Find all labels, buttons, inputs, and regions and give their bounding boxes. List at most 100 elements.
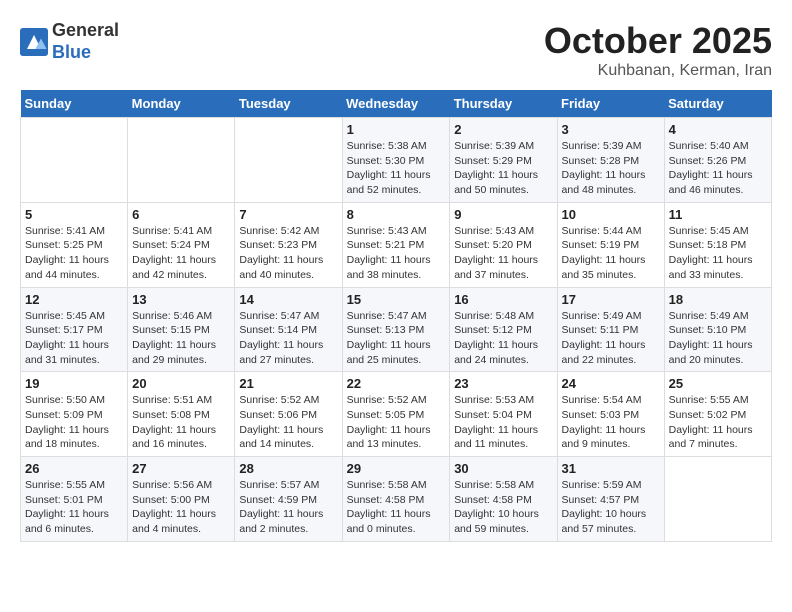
calendar-cell: 18 Sunrise: 5:49 AMSunset: 5:10 PMDayligh… (664, 287, 771, 372)
day-number: 1 (347, 122, 446, 137)
title-block: October 2025 Kuhbanan, Kerman, Iran (544, 20, 772, 80)
calendar-cell (235, 118, 342, 203)
day-number: 17 (562, 292, 660, 307)
day-info: Sunrise: 5:57 AMSunset: 4:59 PMDaylight:… (239, 478, 337, 537)
day-info: Sunrise: 5:58 AMSunset: 4:58 PMDaylight:… (347, 478, 446, 537)
calendar-cell: 16Sunrise: 5:48 AMSunset: 5:12 PMDayligh… (450, 287, 557, 372)
day-info: Sunrise: 5:55 AMSunset: 5:01 PMDaylight:… (25, 478, 123, 537)
weekday-header-tuesday: Tuesday (235, 90, 342, 118)
day-info: Sunrise: 5:52 AMSunset: 5:06 PMDaylight:… (239, 393, 337, 452)
day-info: Sunrise: 5:53 AMSunset: 5:04 PMDaylight:… (454, 393, 552, 452)
day-info: Sunrise: 5:47 AMSunset: 5:14 PMDaylight:… (239, 309, 337, 368)
calendar-cell: 24Sunrise: 5:54 AMSunset: 5:03 PMDayligh… (557, 372, 664, 457)
day-number: 18 (669, 292, 767, 307)
day-number: 11 (669, 207, 767, 222)
calendar-cell: 15Sunrise: 5:47 AMSunset: 5:13 PMDayligh… (342, 287, 450, 372)
day-number: 14 (239, 292, 337, 307)
day-number: 22 (347, 376, 446, 391)
calendar-cell: 23 Sunrise: 5:53 AMSunset: 5:04 PMDayligh… (450, 372, 557, 457)
calendar-cell: 19Sunrise: 5:50 AMSunset: 5:09 PMDayligh… (21, 372, 128, 457)
day-number: 6 (132, 207, 230, 222)
calendar-cell: 25Sunrise: 5:55 AMSunset: 5:02 PMDayligh… (664, 372, 771, 457)
day-info: Sunrise: 5:43 AMSunset: 5:20 PMDaylight:… (454, 224, 552, 283)
day-number: 30 (454, 461, 552, 476)
day-info: Sunrise: 5:45 AMSunset: 5:18 PMDaylight:… (669, 224, 767, 283)
weekday-header-thursday: Thursday (450, 90, 557, 118)
day-number: 25 (669, 376, 767, 391)
day-number: 20 (132, 376, 230, 391)
weekday-header-sunday: Sunday (21, 90, 128, 118)
calendar-cell: 22 Sunrise: 5:52 AMSunset: 5:05 PMDayligh… (342, 372, 450, 457)
day-info: Sunrise: 5:49 AMSunset: 5:10 PMDaylight:… (669, 309, 767, 368)
calendar-cell: 10Sunrise: 5:44 AMSunset: 5:19 PMDayligh… (557, 202, 664, 287)
day-number: 12 (25, 292, 123, 307)
day-number: 13 (132, 292, 230, 307)
day-number: 2 (454, 122, 552, 137)
day-info: Sunrise: 5:46 AMSunset: 5:15 PMDaylight:… (132, 309, 230, 368)
calendar-cell: 3Sunrise: 5:39 AMSunset: 5:28 PMDaylight… (557, 118, 664, 203)
calendar-cell: 6 Sunrise: 5:41 AMSunset: 5:24 PMDaylight… (128, 202, 235, 287)
day-number: 29 (347, 461, 446, 476)
day-info: Sunrise: 5:52 AMSunset: 5:05 PMDaylight:… (347, 393, 446, 452)
calendar-cell (21, 118, 128, 203)
day-number: 16 (454, 292, 552, 307)
day-info: Sunrise: 5:45 AMSunset: 5:17 PMDaylight:… (25, 309, 123, 368)
weekday-header-friday: Friday (557, 90, 664, 118)
month-title: October 2025 (544, 20, 772, 62)
day-info: Sunrise: 5:38 AMSunset: 5:30 PMDaylight:… (347, 139, 446, 198)
calendar-cell: 17Sunrise: 5:49 AMSunset: 5:11 PMDayligh… (557, 287, 664, 372)
calendar-cell: 30 Sunrise: 5:58 AMSunset: 4:58 PMDayligh… (450, 457, 557, 542)
day-info: Sunrise: 5:58 AMSunset: 4:58 PMDaylight:… (454, 478, 552, 537)
calendar-week-row: 19Sunrise: 5:50 AMSunset: 5:09 PMDayligh… (21, 372, 772, 457)
day-number: 28 (239, 461, 337, 476)
calendar-cell: 7Sunrise: 5:42 AMSunset: 5:23 PMDaylight… (235, 202, 342, 287)
day-number: 31 (562, 461, 660, 476)
day-info: Sunrise: 5:41 AMSunset: 5:24 PMDaylight:… (132, 224, 230, 283)
day-info: Sunrise: 5:39 AMSunset: 5:29 PMDaylight:… (454, 139, 552, 198)
day-info: Sunrise: 5:43 AMSunset: 5:21 PMDaylight:… (347, 224, 446, 283)
calendar-cell: 12 Sunrise: 5:45 AMSunset: 5:17 PMDayligh… (21, 287, 128, 372)
weekday-header-wednesday: Wednesday (342, 90, 450, 118)
day-number: 9 (454, 207, 552, 222)
calendar-cell: 13 Sunrise: 5:46 AMSunset: 5:15 PMDayligh… (128, 287, 235, 372)
calendar-cell: 26 Sunrise: 5:55 AMSunset: 5:01 PMDayligh… (21, 457, 128, 542)
calendar-header-row: SundayMondayTuesdayWednesdayThursdayFrid… (21, 90, 772, 118)
day-number: 23 (454, 376, 552, 391)
logo: General Blue (20, 20, 119, 63)
day-info: Sunrise: 5:42 AMSunset: 5:23 PMDaylight:… (239, 224, 337, 283)
day-info: Sunrise: 5:39 AMSunset: 5:28 PMDaylight:… (562, 139, 660, 198)
day-info: Sunrise: 5:47 AMSunset: 5:13 PMDaylight:… (347, 309, 446, 368)
calendar-cell: 28 Sunrise: 5:57 AMSunset: 4:59 PMDayligh… (235, 457, 342, 542)
calendar-week-row: 5Sunrise: 5:41 AMSunset: 5:25 PMDaylight… (21, 202, 772, 287)
calendar-cell: 20 Sunrise: 5:51 AMSunset: 5:08 PMDayligh… (128, 372, 235, 457)
weekday-header-saturday: Saturday (664, 90, 771, 118)
day-number: 24 (562, 376, 660, 391)
day-info: Sunrise: 5:40 AMSunset: 5:26 PMDaylight:… (669, 139, 767, 198)
calendar-cell: 11 Sunrise: 5:45 AMSunset: 5:18 PMDayligh… (664, 202, 771, 287)
day-info: Sunrise: 5:44 AMSunset: 5:19 PMDaylight:… (562, 224, 660, 283)
calendar-table: SundayMondayTuesdayWednesdayThursdayFrid… (20, 90, 772, 542)
calendar-cell: 9 Sunrise: 5:43 AMSunset: 5:20 PMDaylight… (450, 202, 557, 287)
day-info: Sunrise: 5:50 AMSunset: 5:09 PMDaylight:… (25, 393, 123, 452)
day-number: 8 (347, 207, 446, 222)
logo-icon (20, 28, 48, 56)
logo-text: General Blue (52, 20, 119, 63)
calendar-cell: 21 Sunrise: 5:52 AMSunset: 5:06 PMDayligh… (235, 372, 342, 457)
calendar-week-row: 12 Sunrise: 5:45 AMSunset: 5:17 PMDayligh… (21, 287, 772, 372)
calendar-cell: 1 Sunrise: 5:38 AMSunset: 5:30 PMDaylight… (342, 118, 450, 203)
calendar-cell (664, 457, 771, 542)
location-subtitle: Kuhbanan, Kerman, Iran (544, 62, 772, 80)
day-number: 4 (669, 122, 767, 137)
calendar-cell: 2 Sunrise: 5:39 AMSunset: 5:29 PMDaylight… (450, 118, 557, 203)
weekday-header-monday: Monday (128, 90, 235, 118)
calendar-week-row: 26 Sunrise: 5:55 AMSunset: 5:01 PMDayligh… (21, 457, 772, 542)
day-number: 21 (239, 376, 337, 391)
day-info: Sunrise: 5:51 AMSunset: 5:08 PMDaylight:… (132, 393, 230, 452)
calendar-cell: 8 Sunrise: 5:43 AMSunset: 5:21 PMDaylight… (342, 202, 450, 287)
calendar-cell: 4 Sunrise: 5:40 AMSunset: 5:26 PMDaylight… (664, 118, 771, 203)
calendar-cell: 31Sunrise: 5:59 AMSunset: 4:57 PMDayligh… (557, 457, 664, 542)
calendar-cell: 5Sunrise: 5:41 AMSunset: 5:25 PMDaylight… (21, 202, 128, 287)
day-number: 26 (25, 461, 123, 476)
calendar-cell (128, 118, 235, 203)
page-header: General Blue October 2025 Kuhbanan, Kerm… (20, 20, 772, 80)
